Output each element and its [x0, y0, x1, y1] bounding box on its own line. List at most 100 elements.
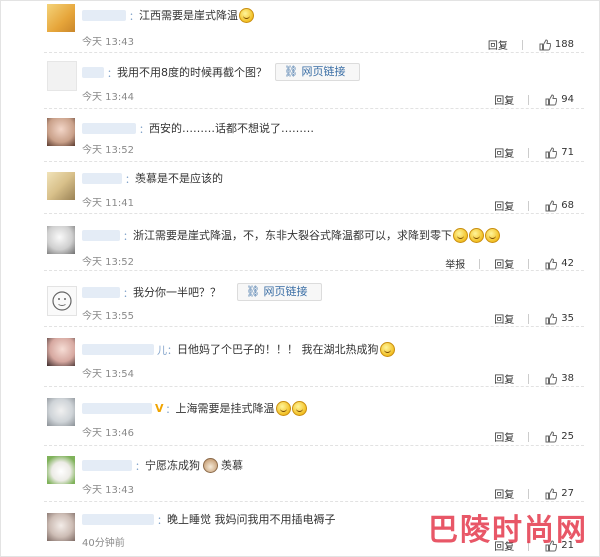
- like-count: 94: [561, 94, 574, 105]
- comment-actions: 回复 38: [480, 371, 574, 386]
- comment-actions: 回复 68: [480, 198, 574, 213]
- avatar[interactable]: [47, 4, 75, 32]
- like-button[interactable]: 38: [545, 372, 574, 385]
- thumbs-up-icon: [545, 93, 558, 105]
- username-blur[interactable]: [82, 459, 132, 471]
- like-button[interactable]: 25: [545, 430, 574, 443]
- comment-time: 今天 13:52: [82, 145, 134, 156]
- comment-time: 今天 13:43: [82, 485, 134, 496]
- action-divider: [528, 431, 530, 442]
- thumbs-up-icon: [545, 257, 558, 269]
- comment-item: ： 我分你一半吧？？ ⛓ 网页链接 今天 13:55 回复 35: [0, 271, 600, 327]
- comment-text: 晚上睡觉 我妈问我用不用插电褥子: [167, 513, 336, 526]
- like-button[interactable]: 188: [539, 38, 574, 51]
- comment-text: 江西需要是崖式降温: [139, 9, 238, 22]
- username[interactable]: ：: [135, 458, 145, 473]
- comment-line: 儿： 日他妈了个巴子的！！！ 我在湖北热成狗: [82, 340, 395, 358]
- comment-actions: 回复 94: [480, 92, 574, 107]
- reply-button[interactable]: 回复: [494, 486, 514, 501]
- username[interactable]: ：: [139, 121, 149, 136]
- username-blur[interactable]: [82, 172, 122, 184]
- laugh-cry-emoji: [239, 7, 254, 23]
- comment-text: 浙江需要是崖式降温，不，东非大裂谷式降温都可以，求降到零下: [133, 229, 452, 242]
- report-button[interactable]: 举报: [445, 256, 465, 271]
- comment-time: 今天 13:52: [82, 257, 134, 268]
- sketch-face-icon: [52, 291, 72, 311]
- comment-item: 儿： 日他妈了个巴子的！！！ 我在湖北热成狗 今天 13:54 回复 38: [0, 327, 600, 387]
- like-button[interactable]: 68: [545, 199, 574, 212]
- username[interactable]: ：: [166, 401, 176, 416]
- like-button[interactable]: 35: [545, 312, 574, 325]
- username[interactable]: 儿：: [157, 342, 177, 357]
- username-blur[interactable]: [82, 122, 136, 134]
- comment-line: ： 浙江需要是崖式降温，不，东非大裂谷式降温都可以，求降到零下: [82, 226, 500, 244]
- reply-button[interactable]: 回复: [494, 145, 514, 160]
- comment-text-part-2: 羡慕: [221, 459, 243, 472]
- avatar[interactable]: [47, 226, 75, 254]
- thumbs-up-icon: [545, 199, 558, 211]
- username-blur[interactable]: [82, 343, 154, 355]
- reply-button[interactable]: 回复: [494, 311, 514, 326]
- reply-button[interactable]: 回复: [494, 256, 514, 271]
- like-count: 27: [561, 488, 574, 499]
- like-button[interactable]: 94: [545, 93, 574, 106]
- comment-line: ： 宁愿冻成狗 羡慕: [82, 456, 243, 474]
- reply-button[interactable]: 回复: [494, 429, 514, 444]
- comment-time: 今天 13:46: [82, 428, 134, 439]
- reply-button[interactable]: 回复: [488, 37, 508, 52]
- username-blur[interactable]: [82, 286, 120, 298]
- reply-button[interactable]: 回复: [494, 198, 514, 213]
- action-divider: [528, 147, 530, 158]
- thumbs-up-icon: [539, 38, 551, 50]
- avatar[interactable]: [47, 172, 75, 200]
- comment-text: 日他妈了个巴子的！！！ 我在湖北热成狗: [177, 343, 379, 356]
- like-count: 38: [561, 373, 574, 384]
- link-icon: ⛓: [284, 65, 298, 78]
- laugh-cry-emoji: [275, 400, 291, 416]
- action-divider: [528, 488, 530, 499]
- like-button[interactable]: 27: [545, 487, 574, 500]
- comment-item: ： 宁愿冻成狗 羡慕 今天 13:43 回复 27: [0, 446, 600, 502]
- username-blur[interactable]: [82, 66, 104, 78]
- username-blur[interactable]: [82, 513, 154, 525]
- avatar[interactable]: [47, 286, 77, 316]
- comment-line: ： 西安的………话都不想说了………: [82, 119, 314, 137]
- action-divider: [479, 258, 481, 269]
- username[interactable]: ：: [125, 171, 135, 186]
- comment-time: 今天 13:54: [82, 369, 134, 380]
- comment-line: ： 羡慕是不是应该的: [82, 169, 223, 187]
- username-blur[interactable]: [82, 402, 152, 414]
- username[interactable]: ：: [157, 512, 167, 527]
- weblink-button[interactable]: ⛓ 网页链接: [237, 283, 323, 301]
- like-count: 35: [561, 313, 574, 324]
- like-count: 71: [561, 147, 574, 158]
- username-blur[interactable]: [82, 9, 126, 21]
- v-badge: V: [155, 401, 164, 415]
- comment-item: ： 江西需要是崖式降温 今天 13:43 回复 188: [0, 0, 600, 53]
- avatar[interactable]: [47, 118, 75, 146]
- username[interactable]: ：: [123, 285, 133, 300]
- comment-line: ： 江西需要是崖式降温: [82, 6, 254, 24]
- username-blur[interactable]: [82, 229, 120, 241]
- avatar[interactable]: [47, 456, 75, 484]
- like-count: 188: [554, 39, 574, 50]
- avatar[interactable]: [47, 338, 75, 366]
- like-count: 25: [561, 431, 574, 442]
- action-divider: [528, 313, 530, 324]
- reply-button[interactable]: 回复: [494, 92, 514, 107]
- username[interactable]: ：: [123, 228, 133, 243]
- action-divider: [528, 94, 530, 105]
- like-button[interactable]: 71: [545, 146, 574, 159]
- like-button[interactable]: 42: [545, 257, 574, 270]
- reply-button[interactable]: 回复: [494, 371, 514, 386]
- laugh-cry-emoji: [453, 227, 468, 243]
- comment-actions: 回复 25: [480, 429, 574, 444]
- username[interactable]: ：: [129, 8, 139, 23]
- username[interactable]: ：: [107, 65, 117, 80]
- avatar[interactable]: [47, 398, 75, 426]
- action-divider: [528, 258, 530, 269]
- avatar[interactable]: [47, 61, 77, 91]
- comment-actions: 举报 回复 42: [431, 256, 574, 271]
- weblink-button[interactable]: ⛓ 网页链接: [275, 63, 361, 81]
- avatar[interactable]: [47, 513, 75, 541]
